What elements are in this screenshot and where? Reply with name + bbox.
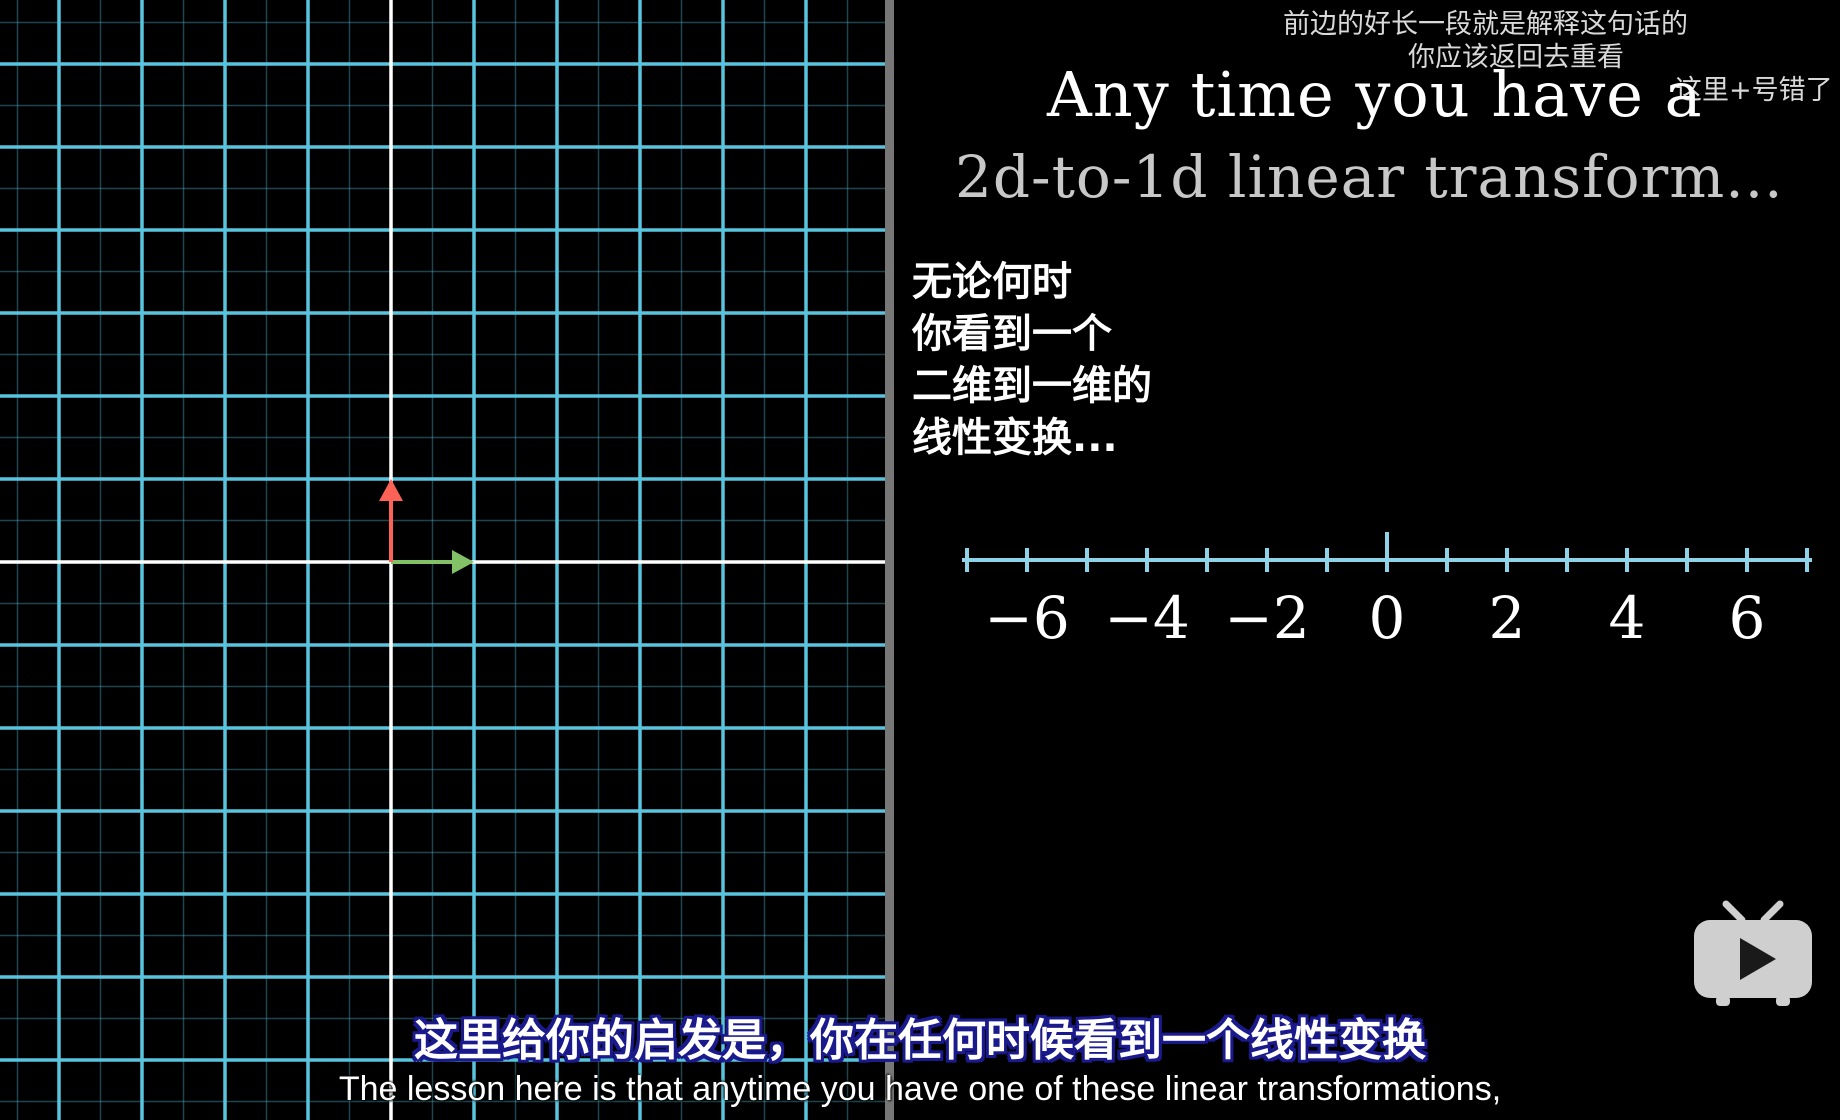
number-line-label: 2: [1489, 584, 1526, 650]
title-line-2: 2d-to-1d linear transform...: [955, 143, 1784, 211]
panel-divider: [885, 0, 894, 1120]
number-line: −6 −4 −2 0 2 4 6: [962, 532, 1812, 650]
number-line-label: −2: [1224, 584, 1310, 650]
subtitle-english: The lesson here is that anytime you have…: [338, 1070, 1502, 1108]
number-line-label: 6: [1729, 584, 1766, 650]
chinese-caption: 无论何时 你看到一个 二维到一维的 线性变换...: [912, 256, 1152, 464]
j-hat-arrowhead: [379, 479, 403, 501]
bilibili-tv-play-icon[interactable]: [1690, 900, 1816, 1010]
number-line-label: −4: [1104, 584, 1190, 650]
video-frame[interactable]: 前边的好长一段就是解释这句话的 你应该返回去重看 这里+号错了 Any time…: [0, 0, 1840, 1120]
number-line-label: −6: [984, 584, 1070, 650]
chinese-caption-line-3: 二维到一维的: [912, 363, 1152, 409]
chinese-caption-line-4: 线性变换...: [912, 415, 1118, 461]
number-line-label: 0: [1369, 584, 1406, 650]
title-line-1: Any time you have a: [1047, 58, 1703, 131]
coordinate-grid-panel: [0, 0, 885, 1120]
coordinate-grid: [0, 0, 885, 1120]
number-line-label: 4: [1609, 584, 1646, 650]
subtitle-chinese: 这里给你的启发是，你在任何时候看到一个线性变换: [414, 1015, 1426, 1066]
i-hat-arrowhead: [452, 550, 474, 574]
chinese-caption-line-2: 你看到一个: [912, 311, 1112, 357]
chinese-caption-line-1: 无论何时: [912, 259, 1072, 305]
